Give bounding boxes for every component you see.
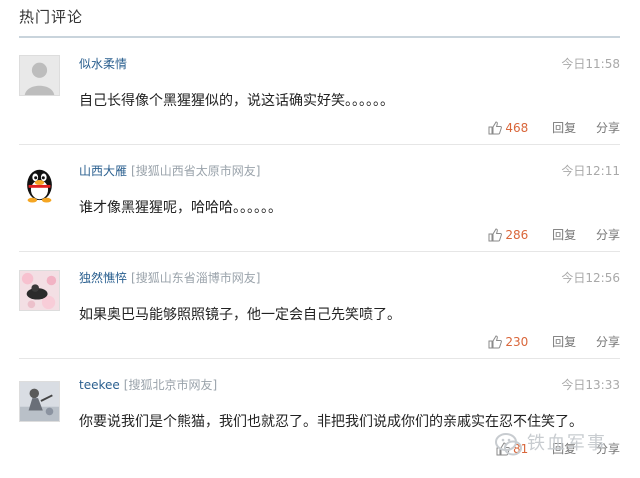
section-title: 热门评论 — [19, 8, 84, 26]
user-line: 独然憔悴 [搜狐山东省淄博市网友] — [79, 269, 260, 286]
comment-actions: 230 回复 分享 — [488, 333, 620, 352]
reply-button[interactable]: 回复 — [552, 228, 576, 242]
comment-item: 似水柔情 今日11:58 自己长得像个黑猩猩似的，说这话确实好笑。。。。。。 4… — [19, 38, 620, 145]
like-count: 468 — [505, 121, 529, 135]
username[interactable]: 独然憔悴 — [79, 271, 127, 285]
watermark-text: 铁血军事 — [527, 433, 607, 454]
user-line: teekee [搜狐北京市网友] — [79, 376, 217, 393]
user-line: 似水柔情 — [79, 55, 127, 72]
thumbs-up-icon[interactable] — [488, 335, 503, 352]
hot-comments-panel: 热门评论 似水柔情 今日11:58 自己长得像个黑猩猩似的，说这话确实好笑。。。… — [0, 0, 640, 478]
reply-button[interactable]: 回复 — [552, 335, 576, 349]
timestamp: 今日12:56 — [561, 271, 620, 285]
user-source: [搜狐山东省淄博市网友] — [131, 271, 261, 285]
comment-actions: 468 回复 分享 — [488, 119, 620, 138]
user-source: [搜狐北京市网友] — [123, 378, 218, 392]
comment-text: 自己长得像个黑猩猩似的，说这话确实好笑。。。。。。 — [79, 93, 394, 109]
timestamp: 今日13:33 — [561, 378, 620, 392]
share-button[interactable]: 分享 — [596, 335, 620, 349]
share-button[interactable]: 分享 — [596, 121, 620, 135]
wechat-logo-icon — [495, 433, 522, 456]
person-photo-icon — [20, 382, 59, 421]
comment-text: 谁才像黑猩猩呢，哈哈哈。。。。。。 — [79, 200, 282, 216]
reply-button[interactable]: 回复 — [552, 121, 576, 135]
comment-item: 独然憔悴 [搜狐山东省淄博市网友] 今日12:56 如果奥巴马能够照照镜子，他一定… — [19, 252, 620, 359]
avatar[interactable] — [19, 381, 60, 422]
comment-actions: 286 回复 分享 — [488, 226, 620, 245]
like-count: 286 — [505, 228, 529, 242]
username[interactable]: 似水柔情 — [79, 57, 127, 71]
thumbs-up-icon[interactable] — [488, 228, 503, 245]
avatar[interactable] — [19, 55, 60, 96]
avatar[interactable] — [19, 163, 60, 204]
like-count: 230 — [505, 335, 529, 349]
flower-photo-icon — [20, 271, 59, 310]
comment-text: 如果奥巴马能够照照镜子，他一定会自己先笑喷了。 — [79, 307, 401, 323]
user-source: [搜狐山西省太原市网友] — [131, 164, 261, 178]
watermark: 铁血军事 — [492, 428, 628, 462]
avatar[interactable] — [19, 270, 60, 311]
username[interactable]: 山西大雁 — [79, 164, 127, 178]
user-line: 山西大雁 [搜狐山西省太原市网友] — [79, 162, 260, 179]
default-avatar-icon — [20, 56, 59, 95]
timestamp: 今日11:58 — [561, 57, 620, 71]
share-button[interactable]: 分享 — [596, 228, 620, 242]
timestamp: 今日12:11 — [561, 164, 620, 178]
comment-item: 山西大雁 [搜狐山西省太原市网友] 今日12:11 谁才像黑猩猩呢，哈哈哈。。。。… — [19, 145, 620, 252]
username[interactable]: teekee — [79, 378, 120, 392]
qq-penguin-icon — [20, 164, 59, 203]
thumbs-up-icon[interactable] — [488, 121, 503, 138]
